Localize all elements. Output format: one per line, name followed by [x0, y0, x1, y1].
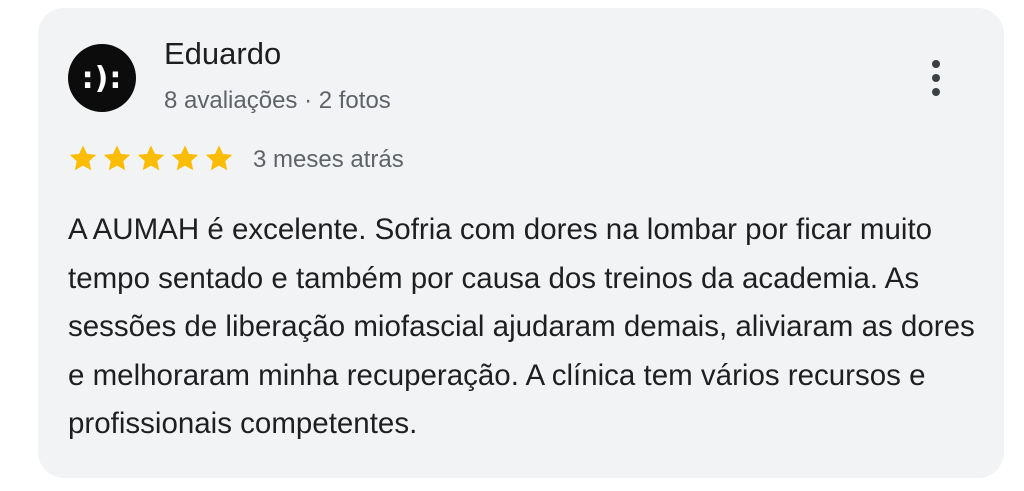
more-vertical-icon	[932, 88, 940, 96]
reviewer-name[interactable]: Eduardo	[164, 36, 281, 72]
avatar[interactable]: :):	[68, 44, 136, 112]
review-date: 3 meses atrás	[253, 146, 404, 173]
more-options-button[interactable]	[918, 48, 954, 108]
star-icon	[137, 145, 165, 171]
more-vertical-icon	[932, 74, 940, 82]
more-vertical-icon	[932, 60, 940, 68]
star-rating	[67, 142, 235, 174]
star-icon	[171, 145, 199, 171]
star-icon	[69, 145, 97, 171]
star-icon	[103, 145, 131, 171]
review-text: A AUMAH é excelente. Sofria com dores na…	[68, 213, 975, 440]
review-card: :): Eduardo 8 avaliações · 2 fotos 3 mes…	[38, 8, 1004, 478]
star-icon	[205, 145, 233, 171]
reviewer-meta: 8 avaliações · 2 fotos	[164, 87, 391, 114]
